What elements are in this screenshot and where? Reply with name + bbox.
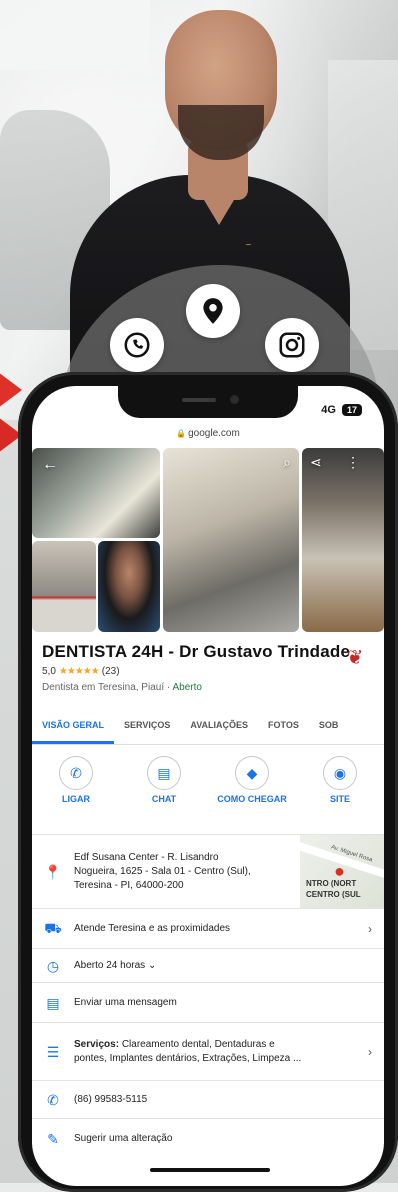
list-icon: ☰ xyxy=(46,1043,60,1060)
chevron-down-icon: ⌄ xyxy=(147,960,157,971)
clock-icon: ◷ xyxy=(46,957,60,974)
map-label: NTRO (NORT xyxy=(306,879,357,888)
address-row[interactable]: 📍 Edf Susana Center - R. Lisandro Noguei… xyxy=(32,834,384,909)
clinic-photo[interactable] xyxy=(32,541,96,632)
message-icon: ▤ xyxy=(46,994,60,1011)
phone-frame: 4G 17 🔒 google.com ← ⌕ ⋖ ⋮ DENTISTA 24H -… xyxy=(18,372,398,1192)
hours-row[interactable]: ◷ Aberto 24 horas ⌄ xyxy=(32,948,384,983)
front-camera xyxy=(230,395,239,404)
services-line-1: Clareamento dental, Dentaduras e xyxy=(121,1039,275,1050)
website-label: SITE xyxy=(329,794,350,804)
call-button[interactable]: ✆ LIGAR xyxy=(32,756,120,804)
address-line-1: Edf Susana Center - R. Lisandro xyxy=(74,852,219,863)
phone-screen: 4G 17 🔒 google.com ← ⌕ ⋖ ⋮ DENTISTA 24H -… xyxy=(32,386,384,1186)
whatsapp-icon[interactable] xyxy=(110,318,164,372)
more-icon[interactable]: ⋮ xyxy=(346,454,360,471)
search-icon[interactable]: ⌕ xyxy=(283,454,291,471)
directions-button[interactable]: ◆ COMO CHEGAR xyxy=(208,756,296,804)
network-indicator: 4G xyxy=(321,404,336,416)
business-category: Dentista em Teresina, Piauí xyxy=(42,682,165,693)
send-message-link[interactable]: Enviar uma mensagem xyxy=(74,996,177,1010)
service-area-text: Atende Teresina e as proximidades xyxy=(74,923,231,934)
chat-icon: ▤ xyxy=(147,756,181,790)
map-thumbnail[interactable]: Av. Miguel Rosa ● NTRO (NORT CENTRO (SUL xyxy=(300,835,384,909)
business-title: DENTISTA 24H - Dr Gustavo Trindade xyxy=(42,642,351,661)
back-arrow-icon[interactable]: ← xyxy=(42,456,58,474)
chevron-right-icon: › xyxy=(368,922,372,936)
suggest-edit-row[interactable]: ✎ Sugerir uma alteração xyxy=(32,1118,384,1159)
open-status: Aberto xyxy=(172,682,202,693)
message-row[interactable]: ▤ Enviar uma mensagem xyxy=(32,982,384,1023)
tab-photos[interactable]: FOTOS xyxy=(258,708,309,744)
home-indicator[interactable] xyxy=(150,1168,270,1172)
services-label: Serviços: xyxy=(74,1039,120,1050)
chat-label: CHAT xyxy=(151,794,177,804)
lock-icon: 🔒 xyxy=(176,429,187,438)
review-count[interactable]: (23) xyxy=(102,666,120,677)
directions-icon: ◆ xyxy=(235,756,269,790)
separator: · xyxy=(166,682,171,693)
rating-value: 5,0 xyxy=(42,666,56,677)
tab-bar: VISÃO GERAL SERVIÇOS AVALIAÇÕES FOTOS SO… xyxy=(32,708,384,745)
services-line-2: pontes, Implantes dentários, Extrações, … xyxy=(74,1053,302,1064)
hours-value: Aberto 24 horas xyxy=(74,960,146,971)
clinic-photo[interactable]: ← xyxy=(32,448,160,538)
address-line-3: Teresina - PI, 64000-200 xyxy=(74,880,184,891)
business-logo: ❦ xyxy=(346,646,364,669)
url-bar[interactable]: 🔒 google.com xyxy=(32,428,384,439)
phone-icon: ✆ xyxy=(59,756,93,790)
scrubs-embroidery: ~ xyxy=(245,240,252,249)
scrubs-collar xyxy=(195,185,243,225)
clinic-photo[interactable]: ⌕ xyxy=(163,448,299,632)
chevron-right-icon: › xyxy=(368,1045,372,1059)
status-bar: 4G 17 xyxy=(321,404,362,416)
tab-overview[interactable]: VISÃO GERAL xyxy=(32,708,115,744)
services-text: Serviços: Clareamento dental, Dentaduras… xyxy=(74,1038,344,1066)
directions-label: COMO CHEGAR xyxy=(217,794,287,804)
chat-button[interactable]: ▤ CHAT xyxy=(120,756,208,804)
service-area-row[interactable]: ⛟ Atende Teresina e as proximidades › xyxy=(32,908,384,949)
suggest-edit-text: Sugerir uma alteração xyxy=(74,1133,173,1144)
speaker-grille xyxy=(182,398,216,402)
battery-icon: 17 xyxy=(341,404,362,416)
photo-gallery[interactable]: ← ⌕ ⋖ ⋮ xyxy=(32,448,384,632)
phone-row[interactable]: ✆ (86) 99583-5115 xyxy=(32,1080,384,1119)
phone-number: (86) 99583-5115 xyxy=(74,1094,148,1105)
phone-icon: ✆ xyxy=(47,1091,59,1108)
clinic-photo[interactable]: ⋖ ⋮ xyxy=(302,448,384,632)
tab-services[interactable]: SERVIÇOS xyxy=(114,708,180,744)
website-button[interactable]: ◉ SITE xyxy=(296,756,384,804)
location-pin-icon: 📍 xyxy=(44,863,62,880)
pencil-icon: ✎ xyxy=(47,1130,59,1147)
action-buttons: ✆ LIGAR ▤ CHAT ◆ COMO CHEGAR ◉ SITE xyxy=(32,756,384,804)
call-label: LIGAR xyxy=(62,794,90,804)
location-pin-icon[interactable] xyxy=(186,284,240,338)
delivery-truck-icon: ⛟ xyxy=(44,919,62,936)
phone-notch xyxy=(118,386,298,418)
tab-reviews[interactable]: AVALIAÇÕES xyxy=(180,708,258,744)
url-text: google.com xyxy=(188,428,240,439)
share-icon[interactable]: ⋖ xyxy=(310,454,322,471)
instagram-icon[interactable] xyxy=(265,318,319,372)
map-label: CENTRO (SUL xyxy=(306,890,361,899)
services-row[interactable]: ☰ Serviços: Clareamento dental, Dentadur… xyxy=(32,1022,384,1081)
rating-row[interactable]: 5,0 ★★★★★ (23) xyxy=(42,666,120,677)
dentist-photo-thumb[interactable] xyxy=(98,541,160,632)
globe-icon: ◉ xyxy=(323,756,357,790)
tab-about[interactable]: SOB xyxy=(309,708,349,744)
category-row: Dentista em Teresina, Piauí · Aberto xyxy=(42,682,202,693)
address-line-2: Nogueira, 1625 - Sala 01 - Centro (Sul), xyxy=(74,866,251,877)
address-text: Edf Susana Center - R. Lisandro Nogueira… xyxy=(74,851,294,893)
hours-text: Aberto 24 horas ⌄ xyxy=(74,959,156,973)
star-rating-icon: ★★★★★ xyxy=(58,666,100,677)
